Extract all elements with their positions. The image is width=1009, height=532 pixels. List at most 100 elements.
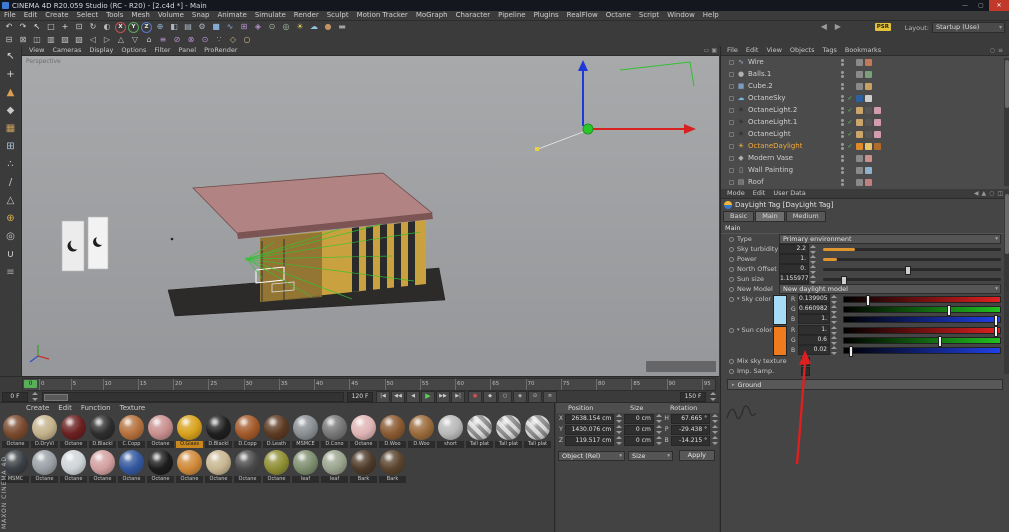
toolbar-icon[interactable]: Z [141, 21, 152, 33]
object-name[interactable]: OctaneSky [748, 94, 786, 102]
search-icon[interactable]: ○ [990, 46, 995, 55]
hierarchy-toggle[interactable] [729, 95, 734, 101]
object-row[interactable]: ● Balls.1 ✓ [721, 68, 1009, 80]
hierarchy-toggle[interactable] [729, 131, 734, 137]
material-sphere[interactable] [148, 415, 173, 440]
material-item[interactable]: C.Copp [118, 415, 145, 448]
tag-icon[interactable] [856, 118, 863, 126]
material-sphere[interactable] [206, 415, 231, 440]
visibility-dots[interactable] [841, 178, 844, 186]
material-sphere[interactable] [380, 450, 405, 475]
toolbar-icon[interactable]: ◎ [280, 21, 292, 33]
object-row[interactable]: ▯ Wall Painting ✓ [721, 164, 1009, 176]
toolbar-icon[interactable]: ↖ [31, 21, 43, 33]
toolbar-icon[interactable]: ∵ [213, 34, 225, 46]
toolbar-icon[interactable]: ≡ [157, 34, 169, 46]
palette-tool-icon[interactable]: ↖ [3, 49, 19, 65]
tag-icon[interactable] [865, 118, 872, 126]
material-sphere[interactable] [148, 450, 173, 475]
material-sphere[interactable] [525, 415, 550, 440]
material-sphere[interactable] [438, 415, 463, 440]
enabled-check-icon[interactable]: ✓ [846, 71, 854, 78]
toolbar-icon[interactable]: ⊕ [154, 21, 166, 33]
object-row[interactable]: ☀ OctaneDaylight ✓ [721, 140, 1009, 152]
attribute-tab[interactable]: Main [755, 211, 785, 222]
hierarchy-toggle[interactable] [729, 143, 734, 149]
tag-icon[interactable] [874, 179, 881, 186]
current-frame-input[interactable]: 0 F [2, 391, 28, 402]
menu-item[interactable]: Snap [188, 11, 214, 20]
toolbar-icon[interactable]: ■ [210, 21, 222, 33]
apply-button[interactable]: Apply [678, 450, 715, 461]
hierarchy-toggle[interactable] [729, 59, 734, 65]
rotation-input[interactable]: 67.665 ° [670, 413, 711, 424]
material-item[interactable]: Octane [176, 450, 203, 483]
viewport-maximize-icon[interactable]: ▣ [711, 46, 717, 55]
material-item[interactable]: Octane [263, 450, 290, 483]
material-sphere[interactable] [177, 450, 202, 475]
menu-item[interactable]: Simulate [251, 11, 290, 20]
enabled-check-icon[interactable]: ✓ [846, 179, 854, 186]
channel-gradient-slider[interactable] [843, 345, 1001, 357]
filter-icon[interactable]: ≡ [998, 46, 1003, 55]
hierarchy-toggle[interactable] [729, 167, 734, 173]
spinner[interactable] [712, 425, 719, 434]
palette-tool-icon[interactable]: ◎ [3, 229, 19, 245]
toolbar-icon[interactable]: ◈ [252, 21, 264, 33]
material-sphere[interactable] [496, 415, 521, 440]
object-manager-menu-item[interactable]: Tags [819, 46, 839, 55]
channel-value-input[interactable]: 0.6 [798, 335, 830, 345]
palette-tool-icon[interactable]: ≡ [3, 265, 19, 281]
chevron-down-icon[interactable]: ▾ [737, 327, 740, 333]
menu-item[interactable]: MoGraph [412, 11, 452, 20]
enabled-check-icon[interactable]: ✓ [846, 155, 854, 162]
keyframe-button[interactable]: ◆ [483, 390, 497, 403]
toolbar-icon[interactable]: ● [322, 21, 334, 33]
material-sphere[interactable] [3, 415, 28, 440]
object-name[interactable]: OctaneDaylight [748, 142, 802, 150]
material-item[interactable]: leaf [321, 450, 348, 483]
current-frame-marker[interactable]: 0 [24, 380, 37, 388]
hierarchy-toggle[interactable] [729, 155, 734, 161]
spinner[interactable] [810, 254, 817, 264]
nav-arrow-icon[interactable]: ▶ [832, 21, 844, 33]
material-sphere[interactable] [90, 450, 115, 475]
material-sphere[interactable] [177, 415, 202, 440]
material-item[interactable]: Octane [89, 450, 116, 483]
tag-icon[interactable] [865, 82, 872, 90]
material-item[interactable]: Octane [147, 415, 174, 448]
menu-item[interactable]: Motion Tracker [353, 11, 412, 20]
tag-icon[interactable] [874, 59, 881, 66]
visibility-dots[interactable] [841, 82, 844, 90]
toolbar-icon[interactable]: ⊞ [238, 21, 250, 33]
rotation-input[interactable]: -14.215 ° [670, 435, 711, 446]
material-sphere[interactable] [61, 415, 86, 440]
tag-icon[interactable] [856, 154, 863, 162]
tag-icon[interactable] [865, 70, 872, 78]
enabled-check-icon[interactable]: ✓ [846, 119, 854, 126]
object-row[interactable]: ∿ Wire ✓ [721, 56, 1009, 68]
material-sphere[interactable] [235, 415, 260, 440]
visibility-dots[interactable] [841, 166, 844, 174]
toolbar-icon[interactable]: ◁ [87, 34, 99, 46]
spinner[interactable] [710, 392, 717, 401]
visibility-dots[interactable] [841, 118, 844, 126]
tag-icon[interactable] [865, 154, 872, 162]
toolbar-icon[interactable]: ▷ [101, 34, 113, 46]
size-input[interactable]: 0 cm [624, 435, 654, 446]
tag-icon[interactable] [865, 142, 872, 150]
attribute-menu-item[interactable]: User Data [770, 189, 808, 198]
channel-value-input[interactable]: 0.660982 [798, 304, 830, 314]
toolbar-icon[interactable]: ⚙ [196, 21, 208, 33]
material-sphere[interactable] [90, 415, 115, 440]
material-sphere[interactable] [293, 415, 318, 440]
position-input[interactable]: 2638.154 cm [564, 413, 615, 424]
transport-button[interactable]: ▶ [421, 390, 435, 403]
tag-icon[interactable] [874, 118, 881, 126]
material-item[interactable]: D.Copp [234, 415, 261, 448]
menu-item[interactable]: Create [41, 11, 72, 20]
attribute-menu-item[interactable]: Edit [750, 189, 769, 198]
toolbar-icon[interactable]: ▨ [59, 34, 71, 46]
nav-arrow-icon[interactable]: ▶ [860, 21, 872, 33]
material-sphere[interactable] [351, 415, 376, 440]
